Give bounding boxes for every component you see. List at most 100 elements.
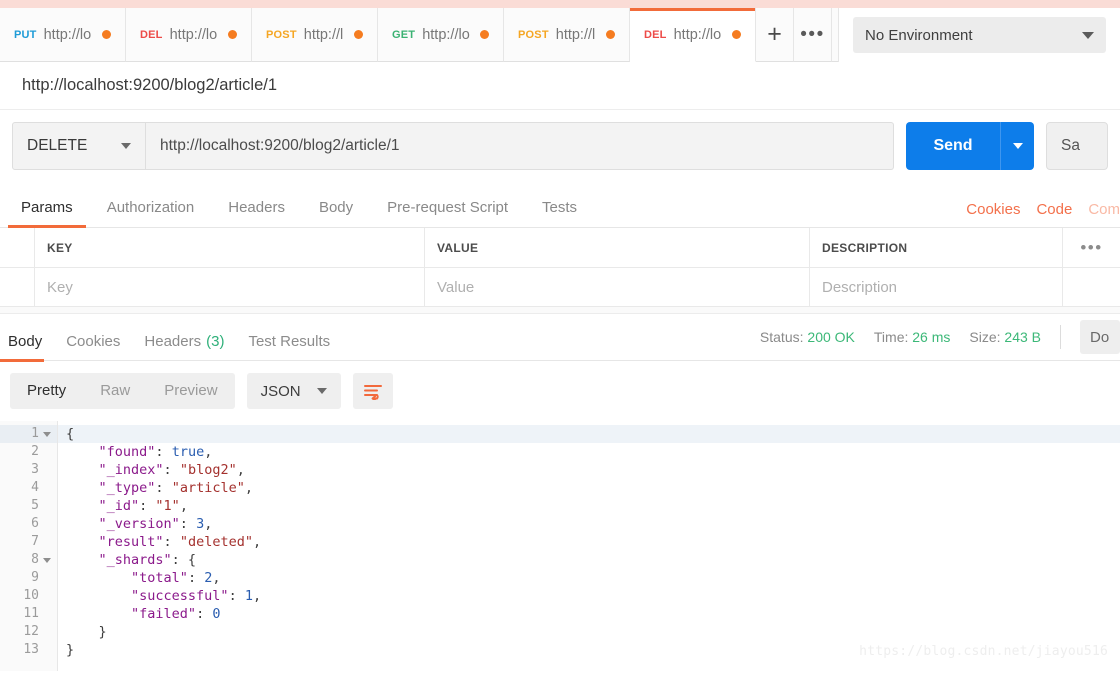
view-mode-raw[interactable]: Raw bbox=[83, 373, 147, 409]
link-code[interactable]: Code bbox=[1036, 201, 1072, 218]
code-line: "_type": "article", bbox=[58, 479, 1120, 497]
request-tab[interactable]: DEL http://lo bbox=[126, 8, 252, 62]
request-utility-links: Cookies Code Com bbox=[966, 201, 1120, 218]
request-url-input[interactable]: http://localhost:9200/blog2/article/1 bbox=[146, 122, 894, 170]
status-value: 200 OK bbox=[807, 329, 855, 345]
environment-selector[interactable]: No Environment bbox=[853, 17, 1106, 53]
code-line: "successful": 1, bbox=[58, 587, 1120, 605]
time-label: Time: 26 ms bbox=[873, 329, 951, 345]
response-tab-badge: (3) bbox=[206, 332, 225, 350]
row-options-cell[interactable] bbox=[1062, 268, 1120, 306]
tab-headers[interactable]: Headers bbox=[211, 199, 302, 227]
tab-params[interactable]: Params bbox=[4, 199, 90, 228]
request-section-tabs: Params Authorization Headers Body Pre-reques… bbox=[0, 182, 1120, 228]
response-tab-headers[interactable]: Headers (3) bbox=[136, 333, 240, 361]
code-token: , bbox=[252, 534, 262, 550]
request-tab[interactable]: PUT http://lo bbox=[0, 8, 126, 62]
response-tab-cookies[interactable]: Cookies bbox=[58, 333, 136, 361]
code-token: 3 bbox=[196, 516, 205, 532]
response-tab-body[interactable]: Body bbox=[0, 333, 58, 362]
tab-options-button[interactable]: ••• bbox=[794, 8, 832, 62]
code-token: "1" bbox=[155, 498, 180, 514]
line-number: 11 bbox=[0, 605, 57, 623]
line-number-value: 3 bbox=[31, 462, 39, 477]
response-tab-test-results[interactable]: Test Results bbox=[240, 333, 346, 361]
fold-toggle-icon[interactable] bbox=[43, 557, 51, 563]
line-number: 12 bbox=[0, 623, 57, 641]
watermark: https://blog.csdn.net/jiayou516 bbox=[859, 644, 1108, 659]
environment-area: No Environment bbox=[838, 8, 1120, 62]
tab-url-label: http://lo bbox=[169, 26, 218, 43]
request-tab[interactable]: DEL http://lo bbox=[630, 8, 756, 62]
tab-method-label: DEL bbox=[644, 28, 667, 41]
view-mode-pretty[interactable]: Pretty bbox=[10, 373, 83, 409]
top-accent-strip bbox=[0, 0, 1120, 8]
tab-tests[interactable]: Tests bbox=[525, 199, 594, 227]
request-tab[interactable]: POST http://l bbox=[252, 8, 378, 62]
unsaved-indicator-icon bbox=[732, 30, 741, 39]
http-method-selector[interactable]: DELETE bbox=[12, 122, 146, 170]
request-tab[interactable]: POST http://l bbox=[504, 8, 630, 62]
line-number: 13 bbox=[0, 641, 57, 659]
code-token: : bbox=[139, 498, 156, 514]
line-number: 5 bbox=[0, 497, 57, 515]
code-token: , bbox=[204, 516, 213, 532]
tab-method-label: POST bbox=[266, 28, 297, 41]
request-tabs: PUT http://lo DEL http://lo POST http://l GET h… bbox=[0, 8, 756, 62]
response-body-code[interactable]: { "found": true, "_index": "blog2", "_ty… bbox=[58, 421, 1120, 671]
send-options-button[interactable] bbox=[1000, 122, 1034, 170]
view-mode-preview[interactable]: Preview bbox=[147, 373, 234, 409]
response-meta: Status: 200 OK Time: 26 ms Size: 243 B D… bbox=[760, 314, 1120, 360]
code-token: , bbox=[252, 588, 262, 604]
line-number: 7 bbox=[0, 533, 57, 551]
code-token: 0 bbox=[212, 606, 221, 622]
line-number-value: 1 bbox=[31, 426, 39, 441]
select-all-cell[interactable] bbox=[0, 228, 35, 267]
line-number-value: 9 bbox=[31, 570, 39, 585]
tab-url-label: http://l bbox=[303, 26, 344, 43]
download-button[interactable]: Do bbox=[1080, 320, 1120, 354]
column-header-description: DESCRIPTION bbox=[822, 240, 908, 255]
response-format-selector[interactable]: JSON bbox=[246, 373, 341, 409]
chevron-down-icon bbox=[316, 388, 327, 394]
tab-authorization[interactable]: Authorization bbox=[90, 199, 212, 227]
response-body-viewer: 1 2 3 4 5 6 7 8 9 10 11 12 13 { "found": true, "_ind… bbox=[0, 421, 1120, 671]
code-line: { bbox=[58, 425, 1120, 443]
unsaved-indicator-icon bbox=[354, 30, 363, 39]
link-com[interactable]: Com bbox=[1088, 201, 1120, 218]
page-title: http://localhost:9200/blog2/article/1 bbox=[22, 76, 278, 94]
code-line: "result": "deleted", bbox=[58, 533, 1120, 551]
request-tab[interactable]: GET http://lo bbox=[378, 8, 504, 62]
code-token: , bbox=[204, 444, 213, 460]
code-line: } bbox=[58, 623, 1120, 641]
link-cookies[interactable]: Cookies bbox=[966, 201, 1020, 218]
unsaved-indicator-icon bbox=[606, 30, 615, 39]
word-wrap-button[interactable] bbox=[352, 373, 393, 409]
code-token: { bbox=[66, 426, 75, 442]
code-line: "_version": 3, bbox=[58, 515, 1120, 533]
param-value-input[interactable]: Value bbox=[425, 268, 810, 306]
param-key-input[interactable]: Key bbox=[35, 268, 425, 306]
code-token: "total" bbox=[131, 570, 188, 586]
fold-toggle-icon[interactable] bbox=[43, 431, 51, 437]
line-number-value: 4 bbox=[31, 480, 39, 495]
divider bbox=[1060, 325, 1061, 349]
code-token: "result" bbox=[98, 534, 164, 550]
chevron-down-icon bbox=[1012, 143, 1023, 149]
param-description-input[interactable]: Description bbox=[810, 268, 1062, 306]
save-button[interactable]: Sa bbox=[1046, 122, 1108, 170]
tab-pre-request-script[interactable]: Pre-request Script bbox=[370, 199, 525, 227]
send-button[interactable]: Send bbox=[906, 122, 1000, 170]
ellipsis-icon: ••• bbox=[1080, 237, 1103, 257]
code-token: : bbox=[187, 570, 205, 586]
table-options-button[interactable]: ••• bbox=[1062, 228, 1120, 267]
size-value: 243 B bbox=[1004, 329, 1041, 345]
tab-body[interactable]: Body bbox=[302, 199, 370, 227]
response-section-tabs: Body Cookies Headers (3) Test Results bbox=[0, 314, 346, 362]
line-number: 8 bbox=[0, 551, 57, 569]
column-header-key: KEY bbox=[35, 228, 425, 267]
table-row: Key Value Description bbox=[0, 268, 1120, 307]
new-tab-button[interactable]: + bbox=[756, 8, 794, 62]
row-checkbox-cell[interactable] bbox=[0, 268, 35, 306]
tab-url-label: http://lo bbox=[43, 26, 92, 43]
